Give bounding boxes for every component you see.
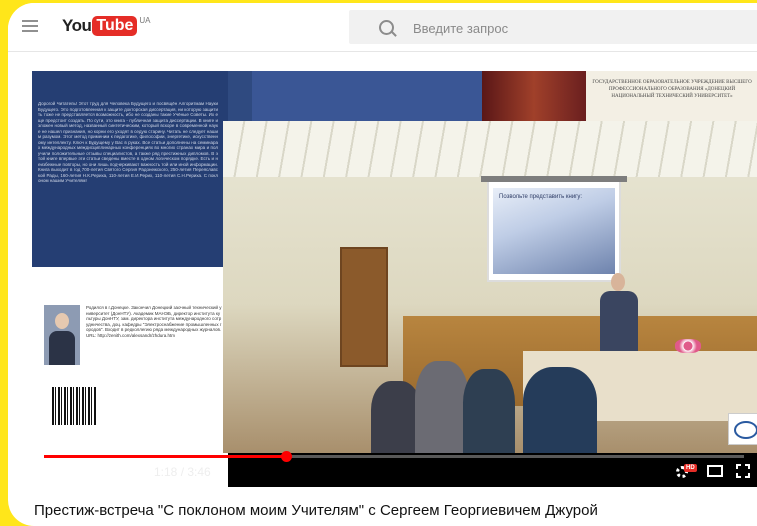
player-controls: × 1:18 / 3:46 HD xyxy=(32,459,757,487)
screen-bar xyxy=(481,176,627,182)
flowers xyxy=(675,339,701,353)
logo-you-text: You xyxy=(62,16,92,35)
play-icon[interactable] xyxy=(60,465,72,479)
video-player[interactable]: Дорогой Читатель! Этот труд для Человека… xyxy=(32,71,757,487)
search-icon[interactable] xyxy=(379,20,394,35)
hd-badge: HD xyxy=(684,464,697,472)
slide-title: Позвольте представить книгу: xyxy=(499,194,583,200)
projector-screen: Позвольте представить книгу: xyxy=(481,176,627,282)
youtube-page: You Tube UA Дорогой Читатель! Этот труд … xyxy=(8,3,757,526)
time-display: 1:18 / 3:46 xyxy=(154,465,211,479)
red-curtain xyxy=(482,71,586,123)
book-spine xyxy=(228,71,252,123)
logo-tube-text: Tube xyxy=(92,16,138,36)
lecture-room-scene: Позвольте представить книгу: xyxy=(223,121,757,453)
university-header-text: ГОСУДАРСТВЕННОЕ ОБРАЗОВАТЕЛЬНОЕ УЧРЕЖДЕН… xyxy=(592,80,752,99)
progress-bar[interactable] xyxy=(44,451,744,462)
audience-member xyxy=(371,381,421,453)
audience-member xyxy=(523,367,597,453)
barcode-icon xyxy=(52,387,96,425)
audience-member xyxy=(415,361,469,453)
ceiling xyxy=(223,121,757,177)
gear-icon[interactable]: HD xyxy=(675,464,697,480)
masthead: You Tube UA xyxy=(8,3,757,52)
next-icon[interactable] xyxy=(90,465,102,479)
mute-x-icon: × xyxy=(132,465,140,479)
progress-fill xyxy=(44,455,286,458)
book-back-text: Дорогой Читатель! Этот труд для Человека… xyxy=(38,101,218,183)
search-input[interactable] xyxy=(411,17,735,39)
speaker-cone xyxy=(123,466,129,478)
university-header-panel: ГОСУДАРСТВЕННОЕ ОБРАЗОВАТЕЛЬНОЕ УЧРЕЖДЕН… xyxy=(586,71,757,123)
speaker-head xyxy=(611,273,625,291)
audience-member xyxy=(463,369,515,453)
search-box[interactable] xyxy=(349,10,757,44)
author-photo xyxy=(44,305,80,365)
logo-region-code: UA xyxy=(139,16,151,25)
video-title: Престиж-встреча "С поклоном моим Учителя… xyxy=(34,502,598,519)
mute-icon[interactable]: × xyxy=(120,465,142,479)
book-cover-right xyxy=(252,71,482,123)
author-bio-text: Родился в г.Донецке. Закончил Донецкий з… xyxy=(86,305,222,338)
hamburger-menu-icon[interactable] xyxy=(22,20,38,32)
theater-mode-icon[interactable] xyxy=(707,465,723,477)
audience xyxy=(363,341,623,453)
channel-watermark-icon[interactable] xyxy=(728,413,757,445)
youtube-logo[interactable]: You Tube UA xyxy=(62,15,151,37)
presentation-slide: Позвольте представить книгу: xyxy=(493,188,615,274)
book-back-cover: Дорогой Читатель! Этот труд для Человека… xyxy=(32,71,228,267)
book-author-panel: Родился в г.Донецке. Закончил Донецкий з… xyxy=(32,267,228,487)
fullscreen-icon[interactable] xyxy=(736,464,750,478)
